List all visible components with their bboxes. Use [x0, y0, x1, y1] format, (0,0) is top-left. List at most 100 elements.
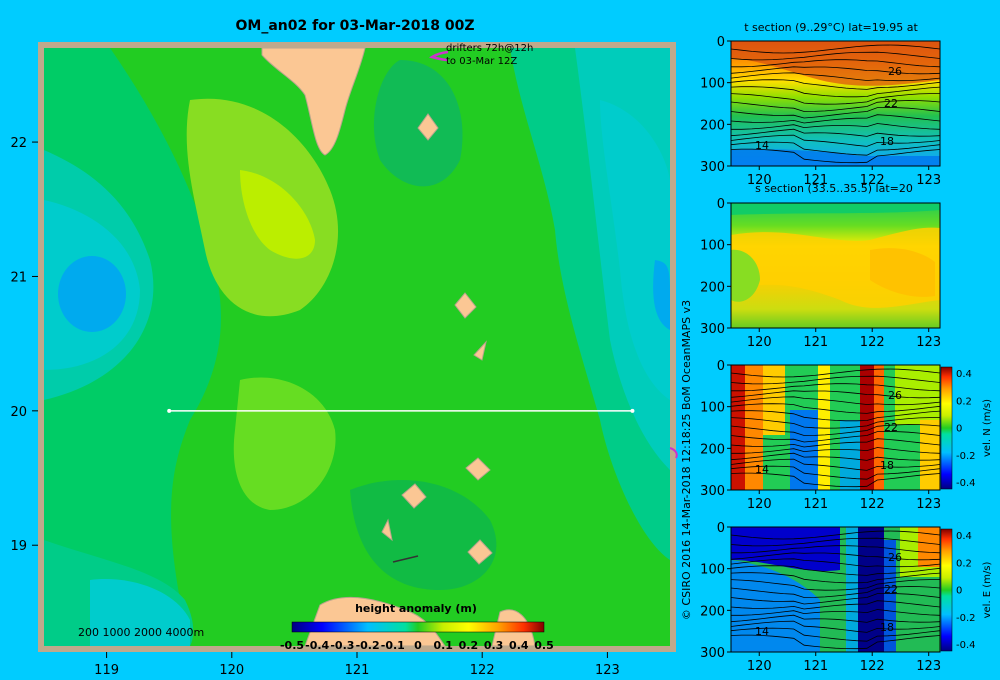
- panel-ytick-label: 100: [700, 401, 725, 416]
- contour-label: 14: [755, 463, 769, 476]
- contour-label: 18: [880, 621, 894, 634]
- colorbar-tick-label: -0.2: [356, 639, 380, 652]
- drifters-label-line2: to 03-Mar 12Z: [446, 56, 517, 67]
- colorbar-title: height anomaly (m): [355, 602, 477, 615]
- panel-ytick-label: 100: [700, 563, 725, 578]
- panel-xtick-label: 120: [747, 659, 772, 674]
- contour-label: 26: [888, 389, 902, 402]
- panel-xtick-label: 122: [860, 335, 885, 350]
- panel-xtick-label: 122: [860, 659, 885, 674]
- map-field: [44, 48, 670, 646]
- colorbar-ticks: -0.5 -0.4 -0.3 -0.2 -0.1 0 0.1 0.2 0.3 0.4 0.5: [280, 639, 554, 652]
- panel-xtick-label: 120: [747, 335, 772, 350]
- t-section-panel: t section (9..29°C) lat=19.95 at 26 22 18 1…: [700, 21, 941, 188]
- panel-xtick-label: 121: [803, 659, 828, 674]
- contour-label: 14: [755, 625, 769, 638]
- panel-ytick-label: 100: [700, 77, 725, 92]
- colorbar-tick-label: 0.1: [433, 639, 453, 652]
- colorbar-tick-label: -0.1: [381, 639, 405, 652]
- panel-colorbar-tick: 0: [956, 424, 962, 435]
- panel-colorbar-tick: 0.2: [956, 558, 972, 569]
- map-ytick-label: 22: [10, 136, 27, 151]
- map-ytick-label: 19: [10, 539, 27, 554]
- contour-label: 18: [880, 135, 894, 148]
- panel-colorbar-tick: -0.2: [956, 451, 976, 462]
- contour-label: 18: [880, 459, 894, 472]
- panel-ytick-label: 200: [700, 118, 725, 133]
- ve-colorbar-label: vel. E (m/s): [982, 561, 993, 618]
- field-west-eddy-core: [58, 256, 126, 332]
- panel-ytick-label: 300: [700, 160, 725, 175]
- panel-xtick-label: 121: [803, 335, 828, 350]
- vn-section-panel: 26 22 18 14 120 121 122 123 0 100 200 300 0.4 0.2 0 -…: [700, 359, 993, 512]
- colorbar-gradient: [291, 621, 545, 633]
- contour-label: 26: [888, 551, 902, 564]
- t-section-title: t section (9..29°C) lat=19.95 at: [744, 21, 918, 34]
- panel-ytick-label: 100: [700, 239, 725, 254]
- colorbar-tick-label: 0: [414, 639, 422, 652]
- figure: OM_an02 for 03-Mar-2018 00Z drifters 72h…: [10, 18, 993, 678]
- map-xtick-label: 120: [219, 663, 244, 678]
- s-section-panel: s section (33.5..35.5) lat=20 120 121 122 1…: [700, 182, 941, 350]
- vn-band-east-deep: [920, 420, 940, 490]
- map-x-axis: 119 120 121 122 123: [94, 652, 620, 678]
- panel-ytick-label: 0: [717, 35, 725, 50]
- panel-colorbar-tick: -0.2: [956, 613, 976, 624]
- panel-colorbar-tick: 0.4: [956, 369, 972, 380]
- colorbar-tick-label: -0.3: [330, 639, 354, 652]
- map-panel: drifters 72h@12h to 03-Mar 12Z 200 1000 …: [38, 42, 678, 652]
- colorbar-tick-label: 0.5: [534, 639, 554, 652]
- contour-label: 22: [884, 421, 898, 434]
- contour-label: 22: [884, 97, 898, 110]
- panel-colorbar-tick: 0.2: [956, 396, 972, 407]
- vn-colorbar-label: vel. N (m/s): [982, 399, 993, 457]
- map-y-axis: 22 21 20 19: [10, 136, 38, 554]
- panel-ytick-label: 0: [717, 197, 725, 212]
- map-xtick-label: 122: [470, 663, 495, 678]
- panel-ytick-label: 300: [700, 322, 725, 337]
- panel-ytick-label: 200: [700, 442, 725, 457]
- colorbar-tick-label: 0.3: [484, 639, 504, 652]
- vn-band-3: [763, 365, 785, 435]
- panel-ytick-label: 200: [700, 604, 725, 619]
- ve-section-panel: 26 22 18 14 120 121 122 123 0 100 200 300 0.4 0.2 0 -…: [700, 521, 993, 674]
- panel-colorbar-tick: 0.4: [956, 531, 972, 542]
- colorbar-tick-label: -0.4: [305, 639, 329, 652]
- panel-ytick-label: 300: [700, 484, 725, 499]
- map-xtick-label: 123: [595, 663, 620, 678]
- contour-label: 22: [884, 583, 898, 596]
- map-ytick-label: 21: [10, 270, 27, 285]
- map-ytick-label: 20: [10, 405, 27, 420]
- section-line-end: [630, 408, 635, 413]
- contour-label: 26: [888, 65, 902, 78]
- panel-colorbar-tick: -0.4: [956, 478, 976, 489]
- vn-band-south: [790, 410, 820, 490]
- panel-ytick-label: 0: [717, 521, 725, 536]
- colorbar-tick-label: -0.5: [280, 639, 304, 652]
- vn-colorbar: [940, 366, 953, 490]
- s-section-title: s section (33.5..35.5) lat=20: [755, 182, 913, 195]
- section-line-start: [167, 408, 172, 413]
- panel-xtick-label: 123: [916, 173, 941, 188]
- panel-ytick-label: 0: [717, 359, 725, 374]
- colorbar-tick-label: 0.4: [509, 639, 529, 652]
- credit-text: © CSIRO 2016 14-Mar-2018 12:18:25 BoM Oc…: [680, 300, 693, 620]
- map-title: OM_an02 for 03-Mar-2018 00Z: [236, 18, 475, 34]
- panel-xtick-label: 123: [916, 335, 941, 350]
- ve-colorbar-ticks: 0.4 0.2 0 -0.2 -0.4: [956, 531, 976, 651]
- colorbar-tick-label: 0.2: [459, 639, 479, 652]
- panel-xtick-label: 122: [860, 497, 885, 512]
- vn-colorbar-ticks: 0.4 0.2 0 -0.2 -0.4: [956, 369, 976, 489]
- panel-xtick-label: 120: [747, 497, 772, 512]
- contour-label: 14: [755, 139, 769, 152]
- panel-ytick-label: 300: [700, 646, 725, 661]
- panel-ytick-label: 200: [700, 280, 725, 295]
- ve-colorbar: [940, 528, 953, 652]
- panel-xtick-label: 121: [803, 497, 828, 512]
- map-xtick-label: 119: [94, 663, 119, 678]
- panel-colorbar-tick: 0: [956, 586, 962, 597]
- panel-colorbar-tick: -0.4: [956, 640, 976, 651]
- vn-band-6: [860, 365, 874, 490]
- panel-xtick-label: 123: [916, 659, 941, 674]
- vn-band-5: [840, 420, 860, 490]
